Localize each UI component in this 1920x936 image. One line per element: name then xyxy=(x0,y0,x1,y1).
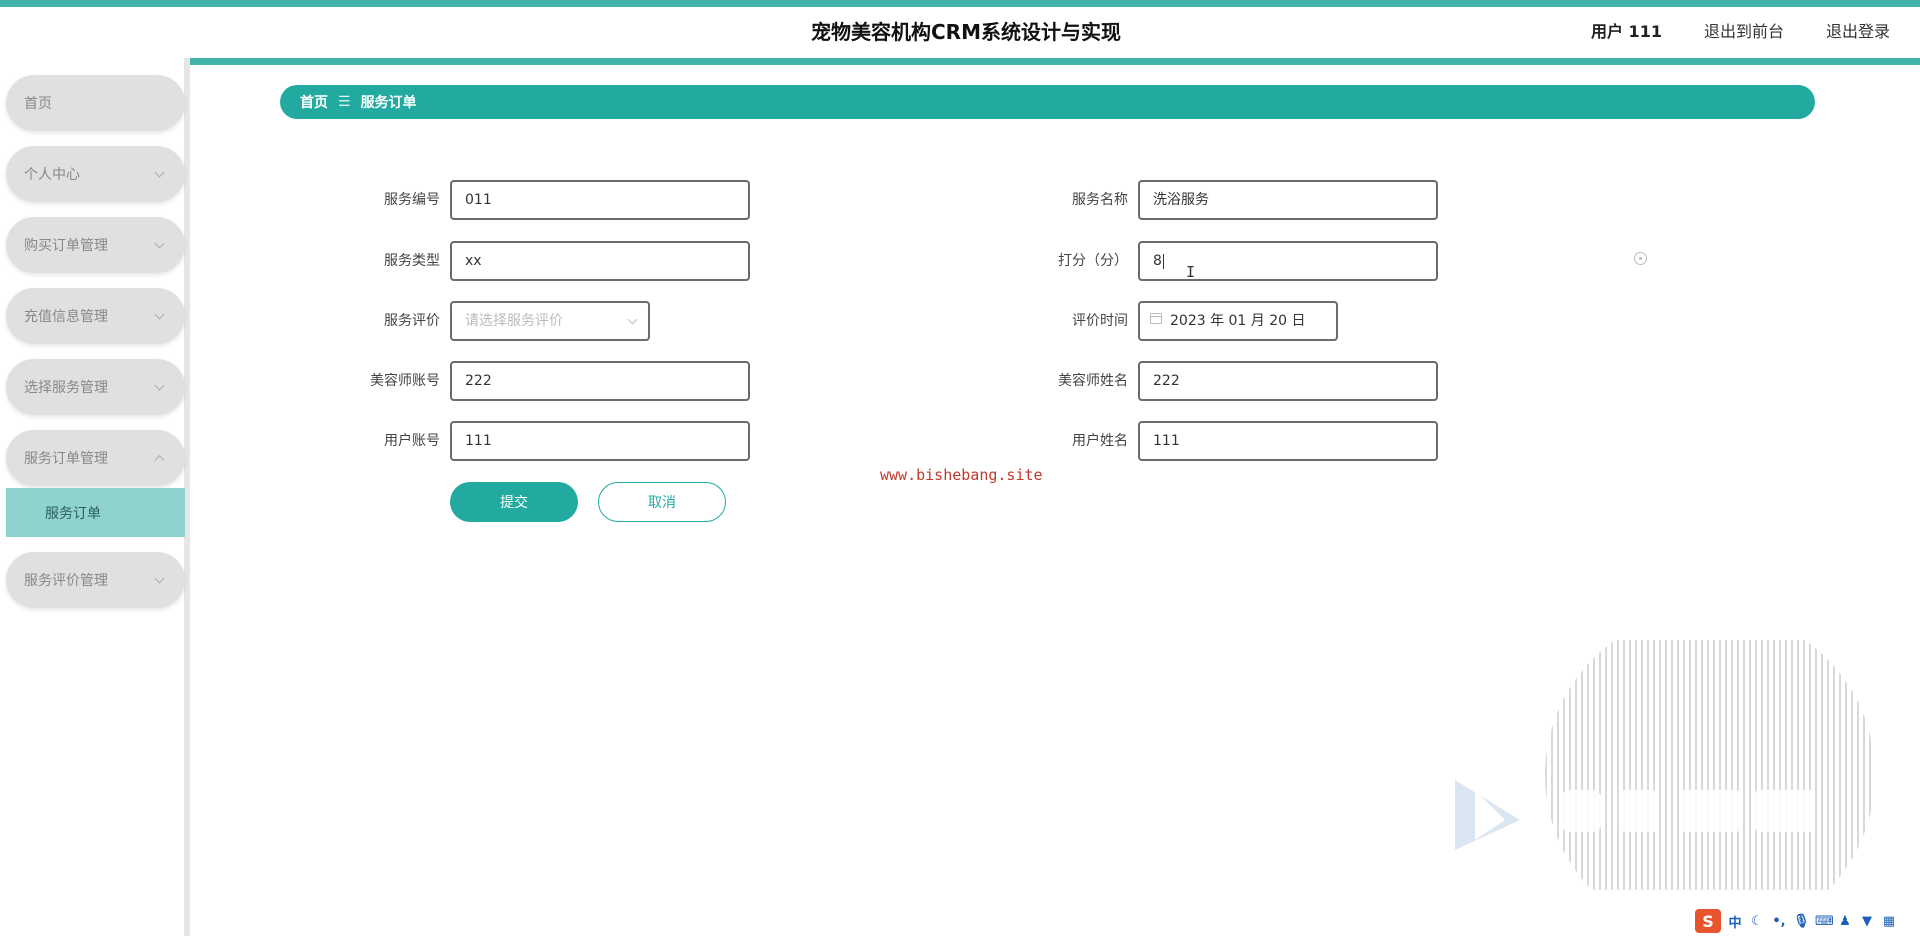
service-eval-select[interactable]: 请选择服务评价 xyxy=(450,301,650,341)
groomer-account-label: 美容师账号 xyxy=(370,373,440,389)
sidebar: 首页 个人中心 购买订单管理 充值信息管理 选择服务管理 服务订单管理 服务订单… xyxy=(0,58,190,936)
punctuation-icon[interactable]: •, xyxy=(1771,914,1787,929)
breadcrumb: 首页 ☰ 服务订单 xyxy=(280,85,1815,119)
submit-button[interactable]: 提交 xyxy=(450,482,578,522)
header-bottom-stripe xyxy=(0,58,1920,65)
chevron-up-icon xyxy=(154,455,165,466)
grid-icon[interactable]: ▦ xyxy=(1881,914,1897,929)
sidebar-item-recharge[interactable]: 充值信息管理 xyxy=(6,288,185,344)
score-label: 打分（分） xyxy=(1058,253,1128,269)
service-type-label: 服务类型 xyxy=(384,253,440,269)
sidebar-item-personal-center[interactable]: 个人中心 xyxy=(6,146,185,202)
service-eval-placeholder: 请选择服务评价 xyxy=(465,313,563,329)
breadcrumb-home[interactable]: 首页 xyxy=(300,92,328,112)
groomer-account-input[interactable]: 222 xyxy=(450,361,750,401)
chevron-down-icon xyxy=(154,573,165,584)
user-account-input[interactable]: 111 xyxy=(450,421,750,461)
header-actions: 用户 111 退出到前台 退出登录 xyxy=(1591,20,1890,44)
sidebar-item-service-orders[interactable]: 服务订单管理 xyxy=(6,430,185,486)
sidebar-item-home[interactable]: 首页 xyxy=(6,75,185,131)
sidebar-subitem-service-order[interactable]: 服务订单 xyxy=(6,488,185,537)
moon-icon[interactable]: ☾ xyxy=(1749,914,1765,929)
service-no-input[interactable]: 011 xyxy=(450,180,750,220)
shirt-icon[interactable]: ▼ xyxy=(1859,914,1875,929)
logout-link[interactable]: 退出登录 xyxy=(1826,20,1890,44)
score-input[interactable]: 8 xyxy=(1138,241,1438,281)
mic-icon[interactable]: 🎙︎ xyxy=(1793,914,1810,929)
service-name-input[interactable]: 洗浴服务 xyxy=(1138,180,1438,220)
sidebar-item-label: 服务订单管理 xyxy=(24,451,108,467)
ibeam-cursor-icon: I xyxy=(1186,263,1196,281)
calendar-icon xyxy=(1150,313,1162,324)
keyboard-icon[interactable]: ⌨ xyxy=(1815,914,1834,929)
user-icon[interactable]: ♟ xyxy=(1837,914,1853,929)
user-name-input[interactable]: 111 xyxy=(1138,421,1438,461)
breadcrumb-current: 服务订单 xyxy=(360,95,417,111)
menu-icon: ☰ xyxy=(338,94,351,110)
sidebar-item-purchase-orders[interactable]: 购买订单管理 xyxy=(6,217,185,273)
cancel-button[interactable]: 取消 xyxy=(598,482,726,522)
chevron-down-icon xyxy=(154,238,165,249)
header: 宠物美容机构CRM系统设计与实现 用户 111 退出到前台 退出登录 xyxy=(0,7,1920,65)
sidebar-subitem-label: 服务订单 xyxy=(45,505,101,522)
eval-time-datepicker[interactable]: 2023 年 01 月 20 日 xyxy=(1138,301,1338,341)
sidebar-item-label: 充值信息管理 xyxy=(24,309,108,325)
score-value: 8 xyxy=(1153,253,1162,269)
ime-toolbar: S 中 ☾ •, 🎙︎ ⌨ ♟ ▼ ▦ xyxy=(1692,906,1920,936)
clear-icon[interactable] xyxy=(1634,252,1647,265)
sidebar-item-label: 服务评价管理 xyxy=(24,573,108,589)
header-top-stripe xyxy=(0,0,1920,7)
text-cursor-icon xyxy=(1162,253,1164,269)
service-type-input[interactable]: xx xyxy=(450,241,750,281)
sidebar-item-label: 个人中心 xyxy=(24,167,80,183)
chevron-down-icon xyxy=(154,309,165,320)
groomer-name-label: 美容师姓名 xyxy=(1058,373,1128,389)
eval-time-value: 2023 年 01 月 20 日 xyxy=(1170,313,1306,329)
service-name-label: 服务名称 xyxy=(1072,192,1128,208)
user-name-label: 用户姓名 xyxy=(1072,433,1128,449)
back-to-front-link[interactable]: 退出到前台 xyxy=(1704,20,1784,44)
sidebar-item-label: 首页 xyxy=(24,96,52,112)
watermark-url: www.bishebang.site xyxy=(880,466,1043,484)
sidebar-item-select-service[interactable]: 选择服务管理 xyxy=(6,359,185,415)
sidebar-item-label: 选择服务管理 xyxy=(24,380,108,396)
sidebar-item-label: 购买订单管理 xyxy=(24,238,108,254)
chevron-down-icon xyxy=(154,167,165,178)
user-account-label: 用户账号 xyxy=(384,433,440,449)
ime-language-toggle[interactable]: 中 xyxy=(1727,912,1743,931)
watermark-logo xyxy=(1450,610,1890,936)
service-no-label: 服务编号 xyxy=(384,192,440,208)
service-eval-label: 服务评价 xyxy=(384,313,440,329)
chevron-down-icon xyxy=(627,314,638,325)
chevron-down-icon xyxy=(154,380,165,391)
groomer-name-input[interactable]: 222 xyxy=(1138,361,1438,401)
sidebar-item-service-reviews[interactable]: 服务评价管理 xyxy=(6,552,185,608)
sogou-logo-icon[interactable]: S xyxy=(1695,909,1721,933)
user-label: 用户 111 xyxy=(1590,22,1662,41)
eval-time-label: 评价时间 xyxy=(1072,313,1128,329)
